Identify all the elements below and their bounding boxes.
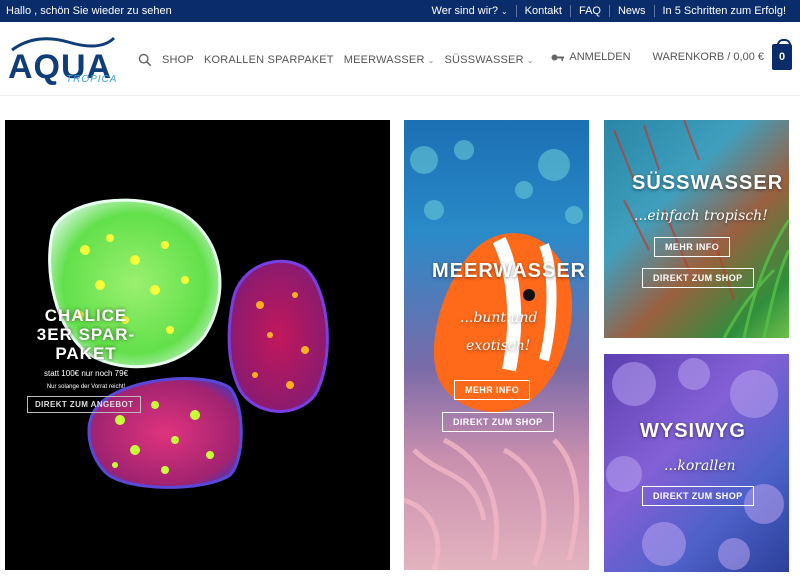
coral-title-line-2: 3ER SPAR-	[36, 325, 136, 344]
chevron-down-icon: ⌄	[500, 7, 508, 16]
chevron-down-icon: ⌄	[427, 55, 435, 65]
menu-item-marine-label: MEERWASSER	[343, 54, 425, 66]
coral-banner-text: CHALICE 3ER SPAR- PAKET statt 100€ nur n…	[31, 306, 141, 390]
marine-banner[interactable]: MEERWASSER ...bunt und exotisch! MEHR IN…	[404, 120, 589, 570]
greeting-text: Hallo , schön Sie wieder zu sehen	[6, 5, 172, 17]
top-link-about[interactable]: Wer sind wir? ⌄	[424, 5, 516, 17]
site-header: AQUA TROPICA SHOP KORALLEN SPARPAKET MEE…	[0, 22, 800, 96]
coral-note: Nur solange der Vorrat reicht!	[46, 384, 126, 390]
freshwater-heading: SÜSSWASSER	[632, 172, 784, 194]
main-menu: SHOP KORALLEN SPARPAKET MEERWASSER ⌄ SÜSS…	[138, 53, 544, 67]
coral-title-line-3: PAKET	[55, 344, 117, 363]
logo-sub-text: TROPICA	[66, 74, 118, 85]
top-nav: Wer sind wir? ⌄ Kontakt FAQ News In 5 Sch…	[424, 5, 794, 17]
cart-count-badge[interactable]: 0	[772, 39, 792, 70]
header-actions: ANMELDEN WARENKORB / 0,00 € 0	[551, 39, 792, 70]
menu-item-shop[interactable]: SHOP	[162, 54, 194, 66]
menu-item-marine[interactable]: MEERWASSER ⌄	[344, 54, 435, 66]
key-icon	[551, 54, 565, 61]
marine-tagline-2: exotisch!	[466, 338, 531, 354]
wysiwyg-shop-button[interactable]: DIREKT ZUM SHOP	[642, 486, 754, 506]
search-icon[interactable]	[138, 53, 152, 67]
chevron-down-icon: ⌄	[526, 55, 534, 65]
freshwater-shop-button[interactable]: DIREKT ZUM SHOP	[642, 268, 754, 288]
discus-fish-image	[613, 120, 789, 338]
wysiwyg-tagline: ...korallen	[664, 458, 736, 474]
login-link[interactable]: ANMELDEN	[551, 51, 631, 63]
top-link-faq[interactable]: FAQ	[571, 5, 609, 17]
top-link-news[interactable]: News	[610, 5, 654, 17]
wysiwyg-heading: WYSIWYG	[640, 420, 746, 442]
coral-banner-title: CHALICE 3ER SPAR- PAKET	[31, 306, 141, 363]
coral-package-banner[interactable]: CHALICE 3ER SPAR- PAKET statt 100€ nur n…	[5, 120, 390, 570]
top-link-about-label: Wer sind wir?	[431, 5, 498, 17]
freshwater-tagline: ...einfach tropisch!	[634, 208, 768, 224]
menu-item-freshwater-label: SÜSSWASSER	[444, 54, 524, 66]
coral-title-line-1: CHALICE	[44, 306, 128, 325]
menu-item-freshwater[interactable]: SÜSSWASSER ⌄	[445, 54, 534, 66]
login-label: ANMELDEN	[569, 51, 631, 63]
top-link-contact[interactable]: Kontakt	[517, 5, 570, 17]
marine-info-button[interactable]: MEHR INFO	[454, 380, 531, 400]
offer-button[interactable]: DIREKT ZUM ANGEBOT	[27, 396, 142, 413]
wysiwyg-banner[interactable]: WYSIWYG ...korallen DIREKT ZUM SHOP	[604, 354, 789, 572]
freshwater-banner[interactable]: SÜSSWASSER ...einfach tropisch! MEHR INF…	[604, 120, 789, 338]
marine-tagline-1: ...bunt und	[460, 310, 538, 326]
logo[interactable]: AQUA TROPICA	[8, 34, 118, 86]
top-link-steps[interactable]: In 5 Schritten zum Erfolg!	[655, 5, 795, 17]
marine-heading: MEERWASSER	[432, 260, 587, 282]
top-bar: Hallo , schön Sie wieder zu sehen Wer si…	[0, 0, 800, 22]
coral-price: statt 100€ nur noch 79€	[43, 369, 129, 378]
freshwater-info-button[interactable]: MEHR INFO	[654, 237, 731, 257]
menu-item-coral-package[interactable]: KORALLEN SPARPAKET	[204, 54, 334, 66]
cart-link[interactable]: WARENKORB / 0,00 €	[653, 51, 764, 63]
marine-shop-button[interactable]: DIREKT ZUM SHOP	[442, 412, 554, 432]
